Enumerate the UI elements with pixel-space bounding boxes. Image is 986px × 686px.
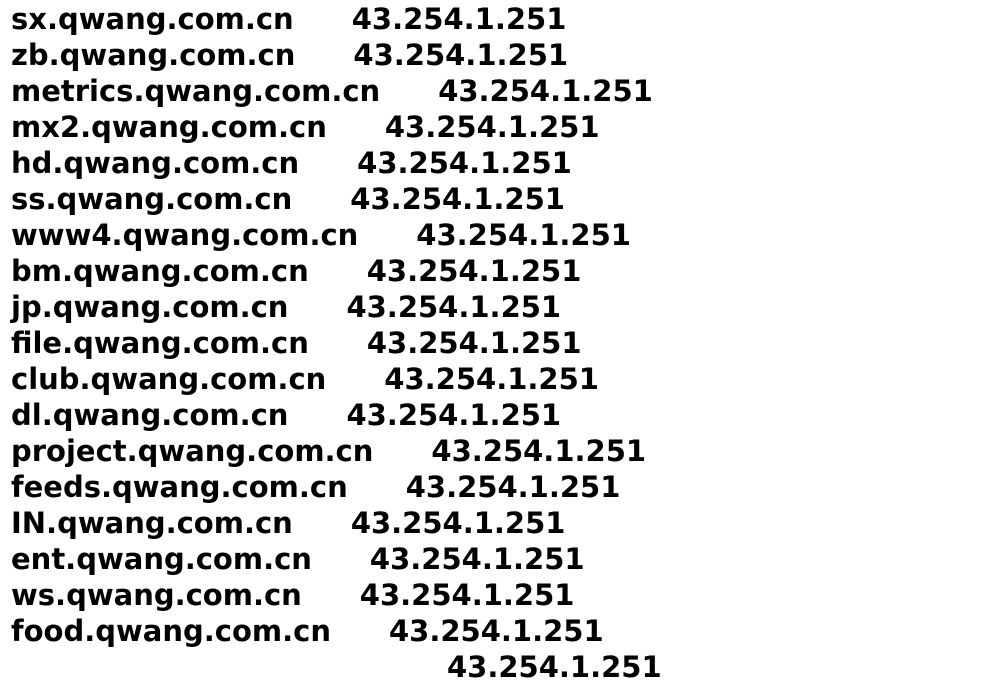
dns-record-row: sx.qwang.com.cn 43.254.1.251: [11, 0, 662, 36]
dns-record-row: feeds.qwang.com.cn 43.254.1.251: [11, 468, 662, 504]
dns-record-list: sx.qwang.com.cn 43.254.1.251 zb.qwang.com…: [11, 0, 662, 684]
dns-record-row: ws.qwang.com.cn 43.254.1.251: [11, 576, 662, 612]
hostname: www4.qwang.com.cn: [11, 218, 359, 252]
ip-address: 43.254.1.251: [405, 470, 621, 504]
hostname: ws.qwang.com.cn: [11, 578, 302, 612]
ip-address: 43.254.1.251: [384, 110, 600, 144]
dns-record-row: ss.qwang.com.cn 43.254.1.251: [11, 180, 662, 216]
dns-record-row: hd.qwang.com.cn 43.254.1.251: [11, 144, 662, 180]
hostname: bm.qwang.com.cn: [11, 254, 309, 288]
dns-record-row: zb.qwang.com.cn 43.254.1.251: [11, 36, 662, 72]
hostname: hd.qwang.com.cn: [11, 146, 300, 180]
ip-address: 43.254.1.251: [384, 362, 599, 396]
ip-address: 43.254.1.251: [357, 146, 572, 180]
dns-record-row: mx2.qwang.com.cn 43.254.1.251: [11, 108, 662, 144]
ip-address: 43.254.1.251: [431, 434, 647, 468]
dns-record-row: IN.qwang.com.cn 43.254.1.251: [11, 504, 662, 540]
ip-address: 43.254.1.251: [388, 614, 604, 648]
dns-record-row: file.qwang.com.cn 43.254.1.251: [11, 324, 662, 360]
hostname: ent.qwang.com.cn: [11, 542, 312, 576]
hostname: jp.qwang.com.cn: [11, 290, 289, 324]
dns-record-row: ent.qwang.com.cn 43.254.1.251: [11, 540, 662, 576]
dns-record-row: dl.qwang.com.cn 43.254.1.251: [11, 396, 662, 432]
dns-record-row: www4.qwang.com.cn 43.254.1.251: [11, 216, 662, 252]
ip-address: 43.254.1.251: [346, 290, 562, 324]
dns-record-row: club.qwang.com.cn 43.254.1.251: [11, 360, 662, 396]
ip-address: 43.254.1.251: [366, 254, 582, 288]
dns-record-row: metrics.qwang.com.cn 43.254.1.251: [11, 72, 662, 108]
ip-address: 43.254.1.251: [353, 38, 569, 72]
hostname: IN.qwang.com.cn: [11, 506, 293, 540]
dns-record-row: project.qwang.com.cn 43.254.1.251: [11, 432, 662, 468]
hostname: dl.qwang.com.cn: [11, 398, 289, 432]
hostname: mx2.qwang.com.cn: [11, 110, 327, 144]
hostname: file.qwang.com.cn: [11, 326, 309, 360]
ip-address: 43.254.1.251: [351, 2, 567, 36]
hostname: project.qwang.com.cn: [11, 434, 374, 468]
hostname: zb.qwang.com.cn: [11, 38, 296, 72]
dns-record-row: jp.qwang.com.cn 43.254.1.251: [11, 288, 662, 324]
ip-address: 43.254.1.251: [359, 578, 575, 612]
hostname: sx.qwang.com.cn: [11, 2, 294, 36]
ip-address: 43.254.1.251: [369, 542, 585, 576]
ip-address: 43.254.1.251: [350, 506, 566, 540]
ip-address: 43.254.1.251: [416, 218, 631, 252]
hostname: metrics.qwang.com.cn: [11, 74, 381, 108]
ip-address: 43.254.1.251: [366, 326, 582, 360]
dns-record-row: food.qwang.com.cn 43.254.1.251: [11, 612, 662, 648]
dns-record-row-partial: 43.254.1.251: [11, 648, 662, 684]
hostname: club.qwang.com.cn: [11, 362, 327, 396]
hostname: feeds.qwang.com.cn: [11, 470, 348, 504]
dns-record-row: bm.qwang.com.cn 43.254.1.251: [11, 252, 662, 288]
ip-address: 43.254.1.251: [346, 398, 562, 432]
ip-address: 43.254.1.251: [447, 650, 662, 684]
hostname: ss.qwang.com.cn: [11, 182, 293, 216]
ip-address: 43.254.1.251: [438, 74, 653, 108]
hostname: food.qwang.com.cn: [11, 614, 331, 648]
ip-address: 43.254.1.251: [350, 182, 565, 216]
